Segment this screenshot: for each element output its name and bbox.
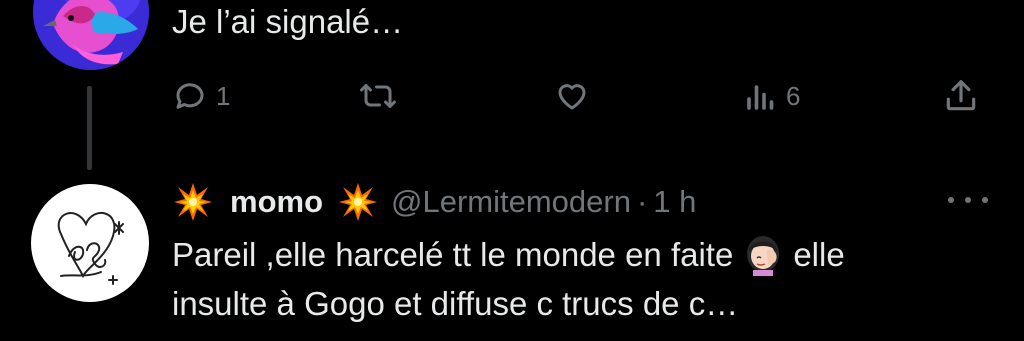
collision-emoji	[172, 181, 214, 223]
tweet-body-text-b: elle	[793, 236, 845, 273]
retweet-button[interactable]	[358, 76, 406, 116]
share-icon	[942, 77, 980, 115]
collision-emoji	[337, 181, 379, 223]
tweet-action-bar: 1 6	[172, 76, 992, 116]
like-button[interactable]	[552, 76, 600, 116]
more-options-icon[interactable]	[948, 190, 988, 210]
retweet-icon	[358, 78, 398, 114]
user-handle[interactable]: @Lermitemodern	[391, 184, 631, 220]
timestamp[interactable]: 1 h	[653, 184, 696, 220]
thread-connector-line	[87, 86, 92, 170]
views-count: 6	[786, 80, 801, 111]
reply-text: Je l’ai signalé…	[172, 3, 404, 40]
tweet-header: momo @Lermitemodern · 1 h	[172, 180, 992, 224]
tweet-body-line-2: insulte à Gogo et diffuse c trucs de c…	[172, 285, 739, 322]
heart-icon	[552, 78, 592, 114]
reply-button[interactable]: 1	[172, 76, 230, 116]
facepalm-emoji	[741, 232, 785, 276]
more-dot	[982, 197, 988, 203]
tweet-body-line-1: Pareil ,elle harcelé tt le monde en fait…	[172, 230, 992, 279]
reply-count: 1	[216, 80, 231, 111]
tweet-body-text-a: Pareil ,elle harcelé tt le monde en fait…	[172, 236, 734, 273]
separator-dot: ·	[636, 184, 648, 219]
bird-avatar[interactable]	[33, 0, 149, 70]
more-dot	[965, 197, 971, 203]
views-icon	[744, 78, 778, 114]
more-dot	[948, 197, 954, 203]
leo-sketch-avatar[interactable]	[31, 184, 149, 302]
reply-icon	[172, 78, 208, 114]
display-name[interactable]: momo	[230, 184, 323, 220]
tweet-body: Pareil ,elle harcelé tt le monde en fait…	[172, 230, 992, 328]
views-button[interactable]: 6	[744, 76, 800, 116]
share-button[interactable]	[942, 76, 980, 116]
tweet-reply-bottom: momo @Lermitemodern · 1 h Pareil ,elle h…	[0, 170, 1024, 341]
tweet-reply-top: Je l’ai signalé… 1 6	[0, 0, 1024, 170]
